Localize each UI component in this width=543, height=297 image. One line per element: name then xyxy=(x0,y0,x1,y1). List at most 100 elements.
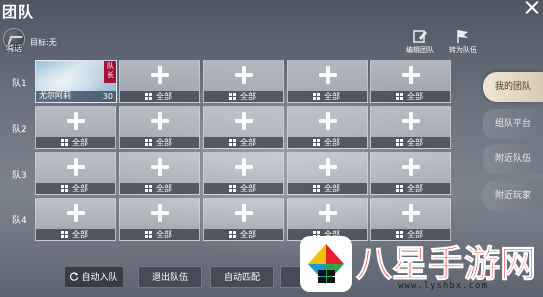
grid-icon xyxy=(313,139,320,146)
empty-slot[interactable]: 全部 xyxy=(203,198,284,241)
add-icon-bar xyxy=(67,165,85,169)
close-icon[interactable] xyxy=(522,0,542,16)
target-label: 目标:无 xyxy=(30,38,57,47)
empty-slot[interactable]: 全部 xyxy=(370,152,451,195)
grid-icon xyxy=(396,139,403,146)
slot-filter-label: 全部 xyxy=(156,230,172,239)
grid-icon xyxy=(313,185,320,192)
add-icon-bar xyxy=(235,119,253,123)
slot-filter-bar: 全部 xyxy=(36,183,115,194)
slot-filter-label: 全部 xyxy=(324,184,340,193)
refresh-icon xyxy=(70,272,79,281)
grid-icon xyxy=(396,185,403,192)
empty-slot[interactable]: 全部 xyxy=(203,60,284,103)
slot-filter-label: 全部 xyxy=(156,138,172,147)
add-icon-bar xyxy=(235,211,253,215)
slot-filter-label: 全部 xyxy=(240,184,256,193)
shout-label: 喊话 xyxy=(6,44,22,53)
grid-icon xyxy=(229,139,236,146)
member-slot-captain[interactable]: 队长 尤尔阿莉 30 xyxy=(35,60,117,103)
grid-icon xyxy=(145,93,152,100)
grid-icon xyxy=(229,185,236,192)
slot-filter-bar: 全部 xyxy=(288,91,367,102)
grid-icon xyxy=(61,231,68,238)
edit-team-button[interactable]: 编辑团队 xyxy=(402,28,438,56)
edit-team-label: 编辑团队 xyxy=(406,46,434,54)
slot-filter-bar: 全部 xyxy=(371,137,450,148)
add-icon-bar xyxy=(235,165,253,169)
add-icon-bar xyxy=(151,165,169,169)
auto-match-button[interactable]: 自动匹配 xyxy=(210,266,274,288)
tab-nearby-teams[interactable]: 附近队伍 xyxy=(483,144,543,174)
member-name: 尤尔阿莉 xyxy=(39,91,71,100)
slot-filter-bar: 全部 xyxy=(36,137,115,148)
empty-slot[interactable]: 全部 xyxy=(287,60,368,103)
slot-filter-label: 全部 xyxy=(407,184,423,193)
member-level: 30 xyxy=(102,92,113,101)
empty-slot[interactable]: 全部 xyxy=(35,152,116,195)
tab-my-team[interactable]: 我的团队 xyxy=(483,72,543,102)
empty-slot[interactable]: 全部 xyxy=(119,60,200,103)
convert-to-team-button[interactable]: 转为队伍 xyxy=(445,28,481,56)
slot-filter-bar: 全部 xyxy=(204,229,283,240)
slot-filter-label: 全部 xyxy=(156,92,172,101)
slot-filter-label: 全部 xyxy=(240,138,256,147)
add-icon-bar xyxy=(402,165,420,169)
add-icon-bar xyxy=(402,119,420,123)
grid-icon xyxy=(145,185,152,192)
row-label-2: 队2 xyxy=(12,125,27,135)
auto-join-button[interactable]: 自动入队 xyxy=(64,266,124,288)
add-icon-bar xyxy=(151,211,169,215)
empty-slot[interactable]: 全部 xyxy=(370,106,451,149)
slot-filter-label: 全部 xyxy=(324,92,340,101)
add-icon-bar xyxy=(67,119,85,123)
slot-filter-bar: 全部 xyxy=(36,229,115,240)
captain-badge: 队长 xyxy=(104,61,116,83)
slot-filter-label: 全部 xyxy=(72,184,88,193)
empty-slot[interactable]: 全部 xyxy=(119,152,200,195)
slot-filter-bar: 全部 xyxy=(371,91,450,102)
slot-filter-bar: 全部 xyxy=(288,183,367,194)
watermark-text: 八星手游网 xyxy=(355,244,537,286)
slot-filter-label: 全部 xyxy=(240,92,256,101)
slot-filter-bar: 全部 xyxy=(204,183,283,194)
add-icon-bar xyxy=(67,211,85,215)
empty-slot[interactable]: 全部 xyxy=(35,198,116,241)
slot-filter-bar: 全部 xyxy=(120,91,199,102)
slot-filter-label: 全部 xyxy=(72,138,88,147)
slot-filter-bar: 全部 xyxy=(120,183,199,194)
empty-slot[interactable]: 全部 xyxy=(203,152,284,195)
add-icon-bar xyxy=(319,119,337,123)
add-icon-bar xyxy=(235,73,253,77)
watermark-url: www.lyshbx.com xyxy=(398,281,488,291)
empty-slot[interactable]: 全部 xyxy=(119,106,200,149)
slot-filter-label: 全部 xyxy=(324,138,340,147)
slot-filter-bar: 全部 xyxy=(371,183,450,194)
empty-slot[interactable]: 全部 xyxy=(370,60,451,103)
slot-filter-bar: 全部 xyxy=(204,91,283,102)
tab-nearby-players[interactable]: 附近玩家 xyxy=(483,181,543,211)
row-label-4: 队4 xyxy=(12,216,27,226)
shout-button[interactable]: 喊话 xyxy=(2,28,26,54)
edit-icon xyxy=(413,30,427,43)
empty-slot[interactable]: 全部 xyxy=(119,198,200,241)
grid-icon xyxy=(313,93,320,100)
slot-filter-label: 全部 xyxy=(407,138,423,147)
empty-slot[interactable]: 全部 xyxy=(287,152,368,195)
slot-filter-bar: 全部 xyxy=(288,137,367,148)
add-icon-bar xyxy=(151,119,169,123)
convert-to-team-label: 转为队伍 xyxy=(449,46,477,54)
add-icon-bar xyxy=(319,73,337,77)
row-label-3: 队3 xyxy=(12,171,27,181)
slot-filter-label: 全部 xyxy=(407,92,423,101)
grid-icon xyxy=(61,139,68,146)
slot-filter-label: 全部 xyxy=(240,230,256,239)
auto-join-label: 自动入队 xyxy=(81,273,118,283)
empty-slot[interactable]: 全部 xyxy=(35,106,116,149)
leave-team-button[interactable]: 退出队伍 xyxy=(138,266,202,288)
grid-icon xyxy=(145,231,152,238)
empty-slot[interactable]: 全部 xyxy=(203,106,284,149)
tab-team-platform[interactable]: 组队平台 xyxy=(483,109,543,139)
empty-slot[interactable]: 全部 xyxy=(287,106,368,149)
page-title: 团队 xyxy=(2,3,35,21)
